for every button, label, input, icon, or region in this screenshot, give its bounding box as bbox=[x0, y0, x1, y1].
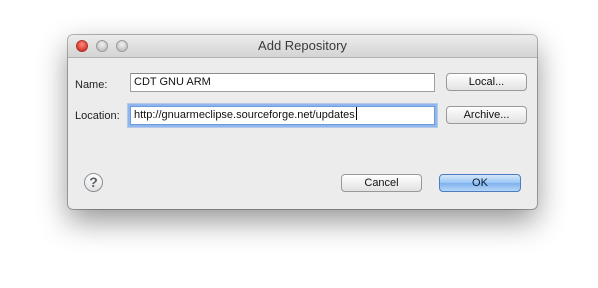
archive-button[interactable]: Archive... bbox=[446, 106, 527, 124]
name-label: Name: bbox=[75, 79, 108, 91]
text-cursor bbox=[355, 107, 357, 120]
name-field[interactable]: CDT GNU ARM bbox=[130, 73, 435, 92]
location-field[interactable]: http://gnuarmeclipse.sourceforge.net/upd… bbox=[130, 106, 435, 125]
title-bar: Add Repository bbox=[68, 35, 537, 58]
help-icon[interactable]: ? bbox=[84, 173, 103, 192]
window-title: Add Repository bbox=[258, 38, 347, 53]
location-field-value: http://gnuarmeclipse.sourceforge.net/upd… bbox=[134, 109, 355, 121]
screen: Add Repository Name: CDT GNU ARM Local..… bbox=[0, 0, 598, 288]
cancel-button[interactable]: Cancel bbox=[341, 174, 422, 192]
add-repository-dialog: Add Repository Name: CDT GNU ARM Local..… bbox=[68, 35, 537, 209]
location-label: Location: bbox=[75, 110, 120, 122]
ok-button[interactable]: OK bbox=[439, 174, 521, 192]
local-button[interactable]: Local... bbox=[446, 73, 527, 91]
name-field-value: CDT GNU ARM bbox=[134, 76, 211, 88]
